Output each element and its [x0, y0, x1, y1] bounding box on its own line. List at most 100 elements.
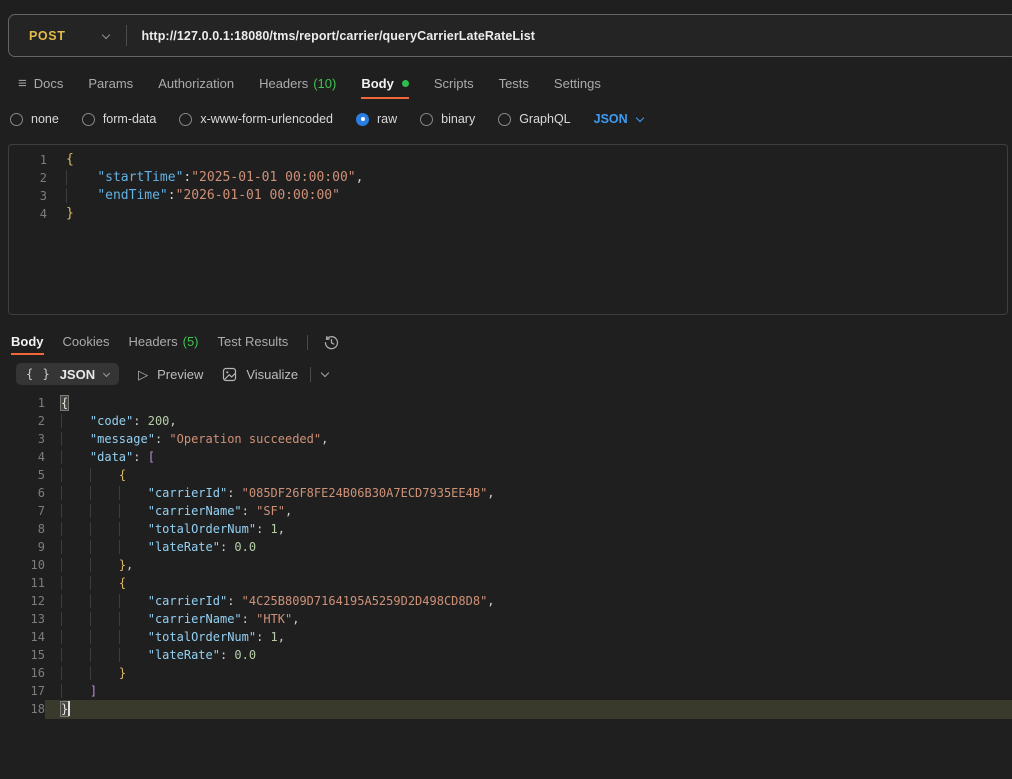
radio-icon: [82, 113, 95, 126]
request-body-editor[interactable]: 1{2 "startTime":"2025-01-01 00:00:00",3 …: [8, 144, 1008, 315]
code-line[interactable]: 5 {: [0, 466, 1012, 484]
body-type-graphql[interactable]: GraphQL: [498, 112, 570, 126]
visualize-label: Visualize: [246, 367, 298, 382]
body-type-row: none form-data x-www-form-urlencoded raw…: [10, 104, 1012, 134]
radio-label: GraphQL: [519, 112, 570, 126]
code-line[interactable]: 1{: [9, 151, 1007, 169]
raw-format-value: JSON: [594, 112, 628, 126]
url-bar-divider: [126, 25, 127, 46]
tab-label: Body: [361, 76, 394, 91]
line-number: 3: [0, 430, 45, 448]
visualize-button[interactable]: Visualize: [222, 367, 298, 382]
method-selector[interactable]: POST: [29, 29, 65, 43]
radio-label: form-data: [103, 112, 157, 126]
line-number: 5: [0, 466, 45, 484]
request-url-bar: POST http://127.0.0.1:18080/tms/report/c…: [8, 14, 1012, 57]
tab-response-headers[interactable]: Headers (5): [128, 329, 198, 355]
code-line[interactable]: 1{: [0, 394, 1012, 412]
code-line[interactable]: 11 {: [0, 574, 1012, 592]
tab-label: Cookies: [63, 334, 110, 349]
code-line[interactable]: 8 "totalOrderNum": 1,: [0, 520, 1012, 538]
response-format-button[interactable]: { } JSON: [16, 363, 119, 385]
raw-format-select[interactable]: JSON: [594, 112, 643, 126]
response-headers-count-badge: (5): [183, 334, 199, 349]
code-line[interactable]: 6 "carrierId": "085DF26F8FE24B06B30A7ECD…: [0, 484, 1012, 502]
headers-count-badge: (10): [313, 76, 336, 91]
method-dropdown-button[interactable]: [103, 27, 109, 45]
code-line[interactable]: 9 "lateRate": 0.0: [0, 538, 1012, 556]
line-number: 9: [0, 538, 45, 556]
tab-label: Authorization: [158, 76, 234, 91]
response-controls: { } JSON ▷ Preview Visualize: [16, 363, 1012, 385]
radio-icon: [420, 113, 433, 126]
line-number: 16: [0, 664, 45, 682]
body-type-x-www-form-urlencoded[interactable]: x-www-form-urlencoded: [179, 112, 333, 126]
body-type-raw[interactable]: raw: [356, 112, 397, 126]
code-line[interactable]: 3 "endTime":"2026-01-01 00:00:00": [9, 187, 1007, 205]
code-line[interactable]: 18}: [0, 700, 1012, 719]
preview-button[interactable]: ▷ Preview: [138, 367, 203, 382]
play-outline-icon: ▷: [138, 368, 148, 381]
radio-icon: [10, 113, 23, 126]
tab-label: Tests: [499, 76, 529, 91]
code-line[interactable]: 4 "data": [: [0, 448, 1012, 466]
tab-authorization[interactable]: Authorization: [158, 67, 234, 99]
line-number: 12: [0, 592, 45, 610]
code-line[interactable]: 12 "carrierId": "4C25B809D7164195A5259D2…: [0, 592, 1012, 610]
tab-response-body[interactable]: Body: [11, 329, 44, 355]
code-line[interactable]: 7 "carrierName": "SF",: [0, 502, 1012, 520]
line-number: 1: [9, 151, 47, 169]
tab-response-cookies[interactable]: Cookies: [63, 329, 110, 355]
body-type-form-data[interactable]: form-data: [82, 112, 157, 126]
code-line[interactable]: 14 "totalOrderNum": 1,: [0, 628, 1012, 646]
radio-icon: [498, 113, 511, 126]
response-history-button[interactable]: [323, 334, 340, 351]
tab-body[interactable]: Body: [361, 67, 409, 99]
more-options-chevron[interactable]: [321, 369, 329, 377]
line-number: 15: [0, 646, 45, 664]
tab-label: Settings: [554, 76, 601, 91]
line-number: 2: [0, 412, 45, 430]
tab-scripts[interactable]: Scripts: [434, 67, 474, 99]
tab-headers[interactable]: Headers (10): [259, 67, 336, 99]
tab-test-results[interactable]: Test Results: [218, 329, 289, 355]
line-number: 11: [0, 574, 45, 592]
response-format-value: JSON: [60, 367, 95, 382]
tab-settings[interactable]: Settings: [554, 67, 601, 99]
code-line[interactable]: 15 "lateRate": 0.0: [0, 646, 1012, 664]
code-line[interactable]: 17 ]: [0, 682, 1012, 700]
url-input[interactable]: http://127.0.0.1:18080/tms/report/carrie…: [141, 29, 535, 43]
line-number: 1: [0, 394, 45, 412]
radio-label: none: [31, 112, 59, 126]
code-line[interactable]: 13 "carrierName": "HTK",: [0, 610, 1012, 628]
line-number: 14: [0, 628, 45, 646]
tab-label: Headers: [128, 334, 177, 349]
line-number: 13: [0, 610, 45, 628]
tab-label: Test Results: [218, 334, 289, 349]
docs-icon: ≡: [18, 76, 27, 91]
tab-label: Docs: [34, 76, 64, 91]
chevron-down-icon: [102, 30, 110, 38]
tab-docs[interactable]: ≡ Docs: [18, 67, 63, 99]
line-number: 10: [0, 556, 45, 574]
line-number: 3: [9, 187, 47, 205]
body-type-none[interactable]: none: [10, 112, 59, 126]
code-line[interactable]: 4}: [9, 205, 1007, 223]
response-body-editor[interactable]: 1{2 "code": 200,3 "message": "Operation …: [0, 394, 1012, 719]
code-line[interactable]: 16 }: [0, 664, 1012, 682]
controls-divider: [310, 367, 311, 382]
code-line[interactable]: 3 "message": "Operation succeeded",: [0, 430, 1012, 448]
radio-label: binary: [441, 112, 475, 126]
preview-label: Preview: [157, 367, 203, 382]
modified-dot-icon: [402, 80, 409, 87]
radio-icon: [356, 113, 369, 126]
body-type-binary[interactable]: binary: [420, 112, 475, 126]
tab-tests[interactable]: Tests: [499, 67, 529, 99]
radio-icon: [179, 113, 192, 126]
code-line[interactable]: 2 "startTime":"2025-01-01 00:00:00",: [9, 169, 1007, 187]
request-tabs: ≡ Docs Params Authorization Headers (10)…: [18, 67, 1012, 99]
tab-params[interactable]: Params: [88, 67, 133, 99]
line-number: 18: [0, 700, 45, 719]
code-line[interactable]: 10 },: [0, 556, 1012, 574]
code-line[interactable]: 2 "code": 200,: [0, 412, 1012, 430]
